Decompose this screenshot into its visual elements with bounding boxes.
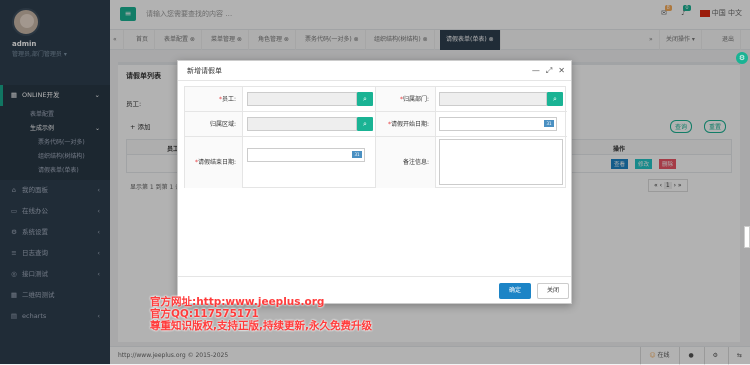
remark-label: 备注信息: xyxy=(376,137,436,188)
emp-label: *员工: xyxy=(185,87,243,112)
close-icon[interactable]: ✕ xyxy=(558,66,565,75)
dept-input[interactable] xyxy=(439,92,547,106)
watermark-line: 尊重知识版权,支持正版,持续更新,永久免费升级 xyxy=(150,320,372,332)
form-grid: *员工: *归属部门: 归属区域: *请假开始日期: *请假结束日期: 备注信息… xyxy=(184,86,567,188)
close-button[interactable]: 关闭 xyxy=(537,283,569,299)
calendar-icon[interactable]: 31 xyxy=(352,151,362,158)
theme-gear-icon[interactable]: ⚙ xyxy=(736,52,748,64)
remark-textarea[interactable] xyxy=(439,139,563,185)
emp-search-icon[interactable]: ⌕ xyxy=(357,92,373,106)
minimize-icon[interactable]: — xyxy=(532,66,540,75)
watermark-line: 官方QQ:117575171 xyxy=(150,308,259,320)
dialog-controls: — ⤢ ✕ xyxy=(526,61,565,81)
emp-input[interactable] xyxy=(247,92,357,106)
start-date-input[interactable] xyxy=(439,117,557,131)
calendar-icon[interactable]: 31 xyxy=(544,120,554,127)
dialog-header: 新增请假单 — ⤢ ✕ xyxy=(178,61,571,81)
area-label: 归属区域: xyxy=(185,112,243,137)
confirm-button[interactable]: 确定 xyxy=(499,283,531,299)
maximize-icon[interactable]: ⤢ xyxy=(546,66,552,75)
scroll-handle[interactable] xyxy=(744,226,750,248)
add-leave-dialog: 新增请假单 — ⤢ ✕ *员工: *归属部门: 归属区域: *请假开始日期: *请假… xyxy=(177,60,572,304)
watermark-line: 官方网址:http:www.jeeplus.org xyxy=(150,296,325,308)
watermark: 官方网址:http:www.jeeplus.org 官方QQ:117575171… xyxy=(150,296,372,332)
dialog-title: 新增请假单 xyxy=(187,67,222,75)
area-input[interactable] xyxy=(247,117,357,131)
area-search-icon[interactable]: ⌕ xyxy=(357,117,373,131)
start-date-label: *请假开始日期: xyxy=(376,112,436,137)
dept-search-icon[interactable]: ⌕ xyxy=(547,92,563,106)
dept-label: *归属部门: xyxy=(376,87,436,112)
end-date-label: *请假结束日期: xyxy=(185,137,243,188)
end-date-cell xyxy=(243,137,376,188)
end-date-input[interactable] xyxy=(247,148,365,162)
